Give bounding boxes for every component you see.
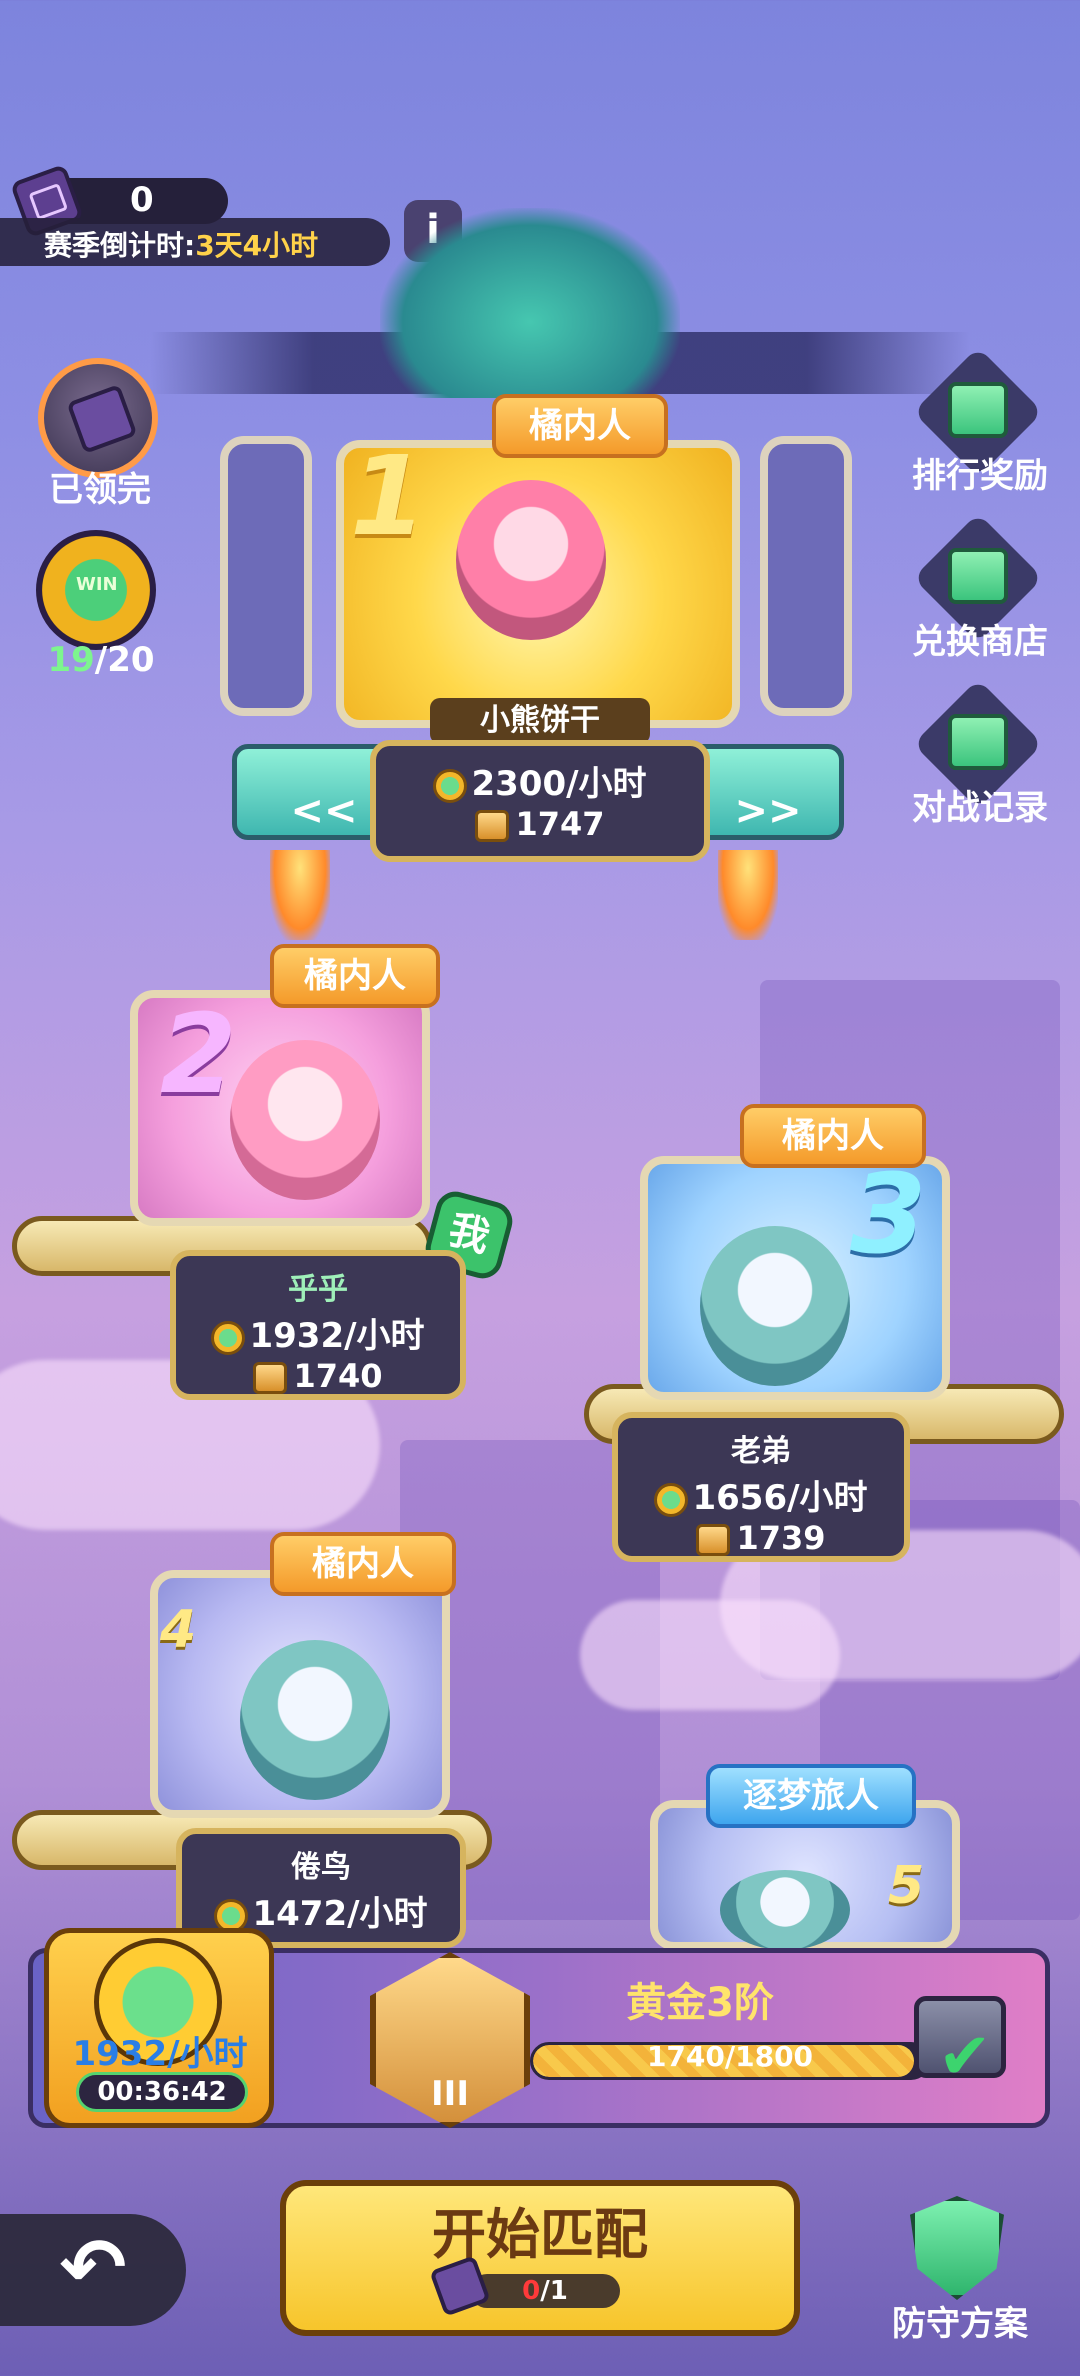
- start-match-label: 开始匹配: [432, 2203, 648, 2266]
- win-coin-text: WIN: [76, 574, 118, 595]
- name-plate-1: 小熊饼干: [430, 698, 650, 744]
- gift-icon: [948, 382, 1008, 438]
- trophy-3: 1739: [618, 1519, 904, 1557]
- trophy-icon: [696, 1524, 731, 1556]
- cloud: [580, 1600, 840, 1710]
- earning-timer: 00:36:42: [76, 2072, 248, 2112]
- stat-plate-2: 乎乎 1932/小时 1740: [170, 1250, 466, 1400]
- record-icon: [948, 714, 1008, 770]
- check-icon: ✔: [938, 2020, 992, 2094]
- coin-icon: [433, 768, 468, 803]
- stat-plate-3: 老弟 1656/小时 1739: [612, 1412, 910, 1562]
- rank-progress-text: 1740/1800: [646, 2040, 814, 2073]
- thruster-flame: [718, 850, 778, 940]
- podium-side-panel: [760, 436, 852, 716]
- team-tag-1: 橘内人: [492, 394, 668, 458]
- team-tag-5: 逐梦旅人: [706, 1764, 916, 1828]
- claimed-reward-button[interactable]: [38, 358, 158, 478]
- win-progress-total: /20: [94, 640, 155, 680]
- exchange-shop-label: 兑换商店: [912, 622, 1048, 662]
- rank-number-4: 4: [160, 1600, 197, 1660]
- trophy-2: 1740: [176, 1357, 460, 1395]
- defense-plan-label: 防守方案: [892, 2304, 1028, 2344]
- rank-number-1: 1: [350, 432, 427, 560]
- coin-icon: [211, 1320, 246, 1355]
- player-avatar-1[interactable]: [456, 480, 606, 640]
- trophy-icon: [475, 810, 510, 842]
- shop-icon: [948, 548, 1008, 604]
- next-arrow-button[interactable]: >>: [728, 784, 808, 840]
- rank-number-2: 2: [160, 990, 237, 1118]
- prev-arrow-button[interactable]: <<: [284, 784, 364, 840]
- rate-1: 2300/小时: [376, 756, 704, 805]
- win-progress-current: 19: [47, 640, 95, 680]
- season-countdown-value: 3天4小时: [195, 229, 319, 262]
- crown-ornament: [380, 208, 680, 398]
- season-countdown-label: 赛季倒计时:: [44, 229, 196, 262]
- trophy-icon: [253, 1362, 288, 1394]
- match-cost: 0/1: [470, 2274, 620, 2308]
- player-name-4: 倦鸟: [291, 1850, 351, 1885]
- ranking-reward-label: 排行奖励: [912, 456, 1048, 496]
- player-name-2: 乎乎: [288, 1272, 348, 1307]
- podium-side-panel: [220, 436, 312, 716]
- player-avatar-5[interactable]: [720, 1870, 850, 1950]
- team-tag-2: 橘内人: [270, 944, 440, 1008]
- coin-icon: [654, 1482, 689, 1517]
- rank-number-3: 3: [850, 1150, 927, 1278]
- win-progress: 19/20: [36, 640, 166, 680]
- season-countdown: 赛季倒计时:3天4小时: [0, 218, 390, 266]
- claimed-label: 已领完: [49, 470, 151, 510]
- shield-icon[interactable]: [910, 2196, 1004, 2300]
- earning-rate: 1932/小时: [72, 2034, 248, 2074]
- player-name-1: 小熊饼干: [480, 703, 600, 738]
- rank-badge-tier: III: [431, 2074, 469, 2114]
- match-cost-total: /1: [540, 2276, 568, 2306]
- back-button[interactable]: ↶: [0, 2214, 186, 2326]
- match-cost-used: 0: [522, 2276, 541, 2306]
- rate-2: 1932/小时: [176, 1308, 460, 1357]
- team-tag-4: 橘内人: [270, 1532, 456, 1596]
- trophy-1: 1747: [376, 805, 704, 843]
- thruster-flame: [270, 850, 330, 940]
- player-name-3: 老弟: [731, 1434, 791, 1469]
- rank-title: 黄金3阶: [626, 1980, 774, 2026]
- win-coin-button[interactable]: WIN: [36, 530, 156, 650]
- rank-number-5: 5: [888, 1856, 925, 1916]
- player-avatar-4[interactable]: [240, 1640, 390, 1800]
- battle-record-label: 对战记录: [912, 788, 1048, 828]
- player-avatar-3[interactable]: [700, 1226, 850, 1386]
- ticket-count: 0: [130, 180, 154, 220]
- rate-3: 1656/小时: [618, 1470, 904, 1519]
- stat-plate-1: 2300/小时 1747: [370, 740, 710, 862]
- player-avatar-2[interactable]: [230, 1040, 380, 1200]
